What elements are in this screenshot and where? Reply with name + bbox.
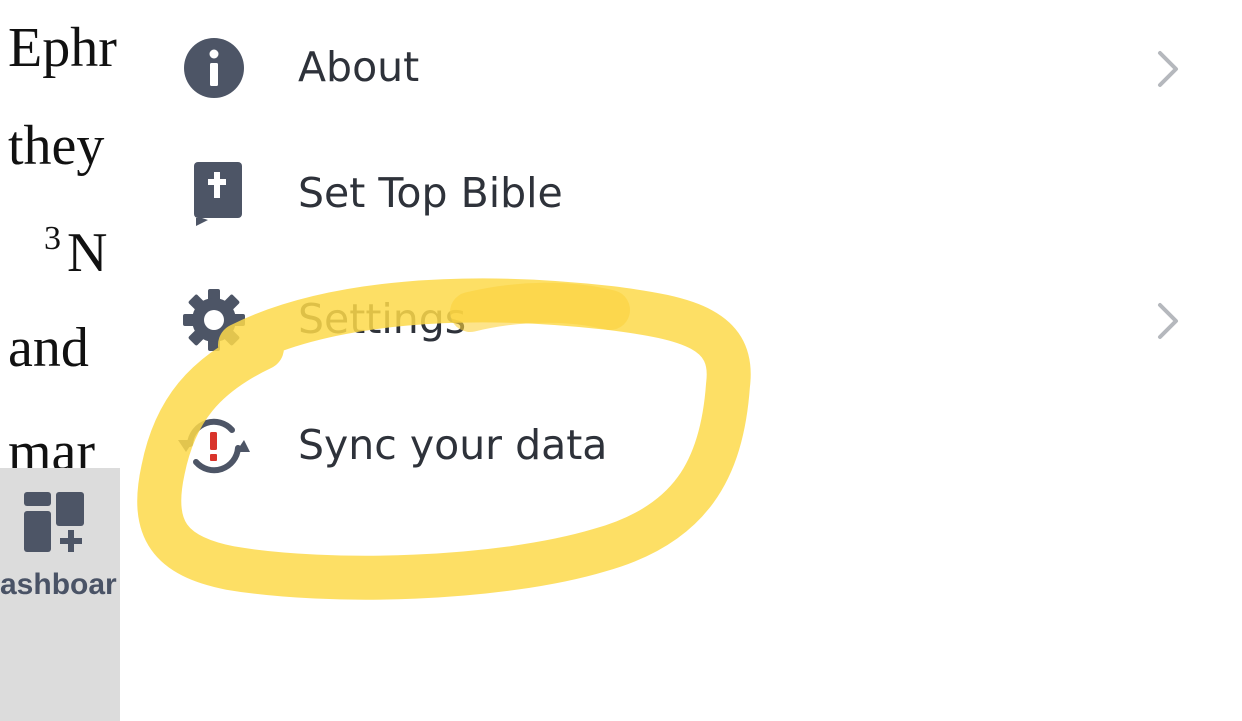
- bible-text-line: and: [8, 317, 89, 379]
- chevron-right-icon: [1158, 51, 1178, 87]
- menu-item-set-top-bible[interactable]: Set Top Bible: [120, 129, 1242, 255]
- dashboard-add-icon[interactable]: [24, 492, 88, 556]
- gear-icon: [183, 289, 245, 351]
- menu-item-settings[interactable]: Settings: [120, 255, 1242, 381]
- chevron-right-icon: [1158, 303, 1178, 339]
- bible-icon: [194, 162, 242, 226]
- menu-item-label: Sync your data: [298, 421, 608, 469]
- menu-item-about[interactable]: About: [120, 3, 1242, 129]
- info-icon: [184, 38, 244, 98]
- bible-text-line: mar: [8, 421, 96, 468]
- menu-item-label: Settings: [298, 295, 467, 343]
- menu-item-label: Set Top Bible: [298, 169, 563, 217]
- bible-text-area: Ephr they 3N and mar: [0, 0, 120, 468]
- menu-item-label: About: [298, 43, 420, 91]
- drawer-menu: About Set Top Bible Settings Sync your d…: [120, 0, 1242, 721]
- sync-alert-icon: [178, 418, 250, 474]
- bible-text-line: they: [8, 115, 105, 177]
- bible-text-line: Ephr: [8, 17, 117, 79]
- verse-number: 3: [44, 220, 61, 257]
- dashboard-label[interactable]: ashboar: [0, 568, 117, 602]
- menu-item-sync-data[interactable]: Sync your data: [120, 381, 1242, 507]
- bible-text-line: 3N: [44, 220, 108, 284]
- background-reader: Ephr they 3N and mar ashboar: [0, 0, 120, 721]
